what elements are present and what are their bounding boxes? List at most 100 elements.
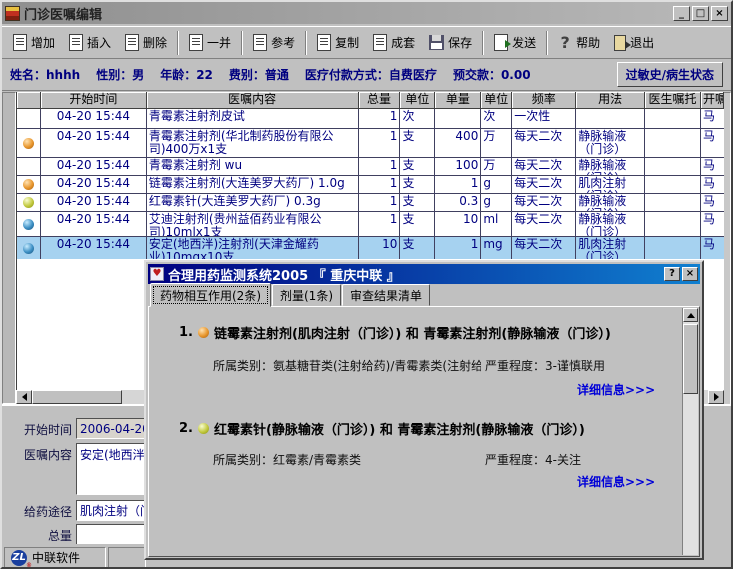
header-usage: 用法 (576, 92, 645, 109)
insert-button[interactable]: 插入 (62, 30, 118, 55)
reference-button[interactable]: 参考 (246, 30, 302, 55)
merge-button[interactable]: 一并 (182, 30, 238, 55)
scroll-right-button[interactable] (708, 390, 724, 404)
horizontal-scroll-thumb[interactable] (32, 390, 122, 404)
item-number: 2. (179, 421, 193, 436)
table-header-row: 开始时间 医嘱内容 总量 单位 单量 单位 频率 用法 医生嘱托 开嘱 (17, 92, 724, 109)
severity-ball-icon (198, 327, 209, 338)
send-button[interactable]: 发送 (487, 30, 543, 55)
table-row[interactable]: 04-20 15:44 青霉素注射剂 wu 1 支 100 万 每天二次 静脉输… (17, 158, 724, 176)
drug-monitor-dialog: ♥ 合理用药监测系统2005 『 重庆中联 』 ? × 药物相互作用(2条) 剂… (144, 260, 704, 560)
status-ball (23, 243, 34, 254)
status-ball (23, 219, 34, 230)
left-scrollbar-strip[interactable] (2, 92, 16, 404)
start-time-label: 开始时间 (6, 418, 72, 438)
scroll-up-button[interactable] (683, 308, 698, 322)
window-titlebar: 门诊医嘱编辑 _ □ × (2, 2, 731, 24)
toolbar-separator (305, 31, 307, 55)
header-frequency: 频率 (512, 92, 576, 109)
table-row[interactable]: 04-20 15:44 红霉素针(大连美罗大药厂) 0.3g 1 支 0.3 g… (17, 194, 724, 212)
patient-name: 姓名：hhhh (10, 66, 80, 83)
dialog-help-button[interactable]: ? (664, 267, 680, 281)
status-ball (23, 179, 34, 190)
header-unit2: 单位 (481, 92, 512, 109)
send-icon (494, 34, 508, 51)
item-category: 所属类别：红霉素/青霉素类 (213, 451, 361, 468)
detail-info-link[interactable]: 详细信息>>> (577, 381, 655, 398)
toolbar-separator (177, 31, 179, 55)
header-order-content: 医嘱内容 (147, 92, 359, 109)
set-button[interactable]: 成套 (366, 30, 422, 55)
help-icon: ? (558, 33, 572, 52)
route-label: 给药途径 (6, 500, 72, 520)
reference-doc-icon (253, 34, 267, 51)
header-total: 总量 (359, 92, 401, 109)
item-drug-pair: 链霉素注射剂(肌肉注射（门诊）) 和 青霉素注射剂(静脉输液（门诊）) (214, 323, 611, 342)
delete-button[interactable]: 删除 (118, 30, 174, 55)
exit-button[interactable]: 退出 (607, 30, 661, 55)
window-title: 门诊医嘱编辑 (24, 4, 671, 23)
table-row[interactable]: 04-20 15:44 青霉素注射剂皮试 1 次 次 一次性 马 (17, 109, 724, 129)
header-ball (17, 92, 41, 109)
severity-ball-icon (198, 423, 209, 434)
dss-heart-icon: ♥ (150, 267, 164, 281)
copy-button[interactable]: 复制 (310, 30, 366, 55)
header-start-time: 开始时间 (41, 92, 147, 109)
company-panel: ZL 中联软件 (4, 547, 106, 568)
toolbar-separator (241, 31, 243, 55)
tab-drug-interactions[interactable]: 药物相互作用(2条) (150, 283, 271, 307)
header-prescriber: 开嘱 (701, 92, 724, 109)
app-icon (5, 6, 20, 21)
table-row[interactable]: 04-20 15:44 链霉素注射剂(大连美罗大药厂) 1.0g 1 支 1 g… (17, 176, 724, 194)
tab-dosage[interactable]: 剂量(1条) (272, 284, 341, 306)
item-severity: 严重程度：3-谨慎联用 (485, 357, 605, 374)
save-floppy-icon (429, 35, 444, 50)
header-doctor-remark: 医生嘱托 (645, 92, 701, 109)
tab-review-results[interactable]: 审查结果清单 (342, 284, 430, 306)
table-row[interactable]: 04-20 15:44 艾迪注射剂(贵州益佰药业有限公司)10mlx1支 1 支… (17, 212, 724, 237)
company-name: 中联软件 (32, 549, 80, 566)
patient-fee-type: 费别：普通 (229, 66, 289, 83)
toolbar: 增加 插入 删除 一并 参考 复制 成套 保存 (2, 26, 731, 59)
item-drug-pair: 红霉素针(静脉输液（门诊）) 和 青霉素注射剂(静脉输液（门诊）) (214, 419, 585, 438)
orders-table: 开始时间 医嘱内容 总量 单位 单量 单位 频率 用法 医生嘱托 开嘱 04-2… (16, 92, 724, 260)
set-doc-icon (373, 34, 387, 51)
exit-door-icon (614, 35, 626, 51)
patient-age: 年龄：22 (160, 66, 213, 83)
minimize-button[interactable]: _ (673, 6, 690, 21)
up-arrow-icon (687, 313, 695, 318)
insert-doc-icon (69, 34, 83, 51)
status-ball (23, 138, 34, 149)
allergy-history-button[interactable]: 过敏史/病生状态 (617, 62, 723, 87)
merge-doc-icon (189, 34, 203, 51)
copy-doc-icon (317, 34, 331, 51)
vertical-scroll-thumb[interactable] (683, 324, 698, 394)
table-row-selected[interactable]: 04-20 15:44 安定(地西泮)注射剂(天津金耀药业)10mgx10支 1… (17, 237, 724, 260)
dialog-vertical-scrollbar[interactable] (682, 308, 698, 555)
dialog-titlebar: ♥ 合理用药监测系统2005 『 重庆中联 』 ? × (148, 264, 700, 284)
save-button[interactable]: 保存 (422, 30, 479, 55)
interaction-item-title: 2. 红霉素针(静脉输液（门诊）) 和 青霉素注射剂(静脉输液（门诊）) (179, 419, 585, 438)
maximize-button[interactable]: □ (692, 6, 709, 21)
add-button[interactable]: 增加 (6, 30, 62, 55)
dialog-content: 1. 链霉素注射剂(肌肉注射（门诊）) 和 青霉素注射剂(静脉输液（门诊）) 所… (148, 306, 700, 557)
right-arrow-icon (714, 393, 719, 401)
total-label: 总量 (6, 524, 72, 544)
main-window: 门诊医嘱编辑 _ □ × 增加 插入 删除 一并 参考 复制 (0, 0, 733, 569)
header-unit: 单位 (400, 92, 435, 109)
delete-doc-icon (125, 34, 139, 51)
item-category: 所属类别：氨基糖苷类(注射给药)/青霉素类(注射给药 (213, 357, 481, 374)
dialog-title: 合理用药监测系统2005 『 重庆中联 』 (168, 265, 662, 284)
toolbar-separator (546, 31, 548, 55)
status-panel (108, 547, 146, 568)
scroll-left-button[interactable] (16, 390, 32, 404)
left-arrow-icon (22, 393, 27, 401)
dialog-close-button[interactable]: × (682, 267, 698, 281)
detail-info-link[interactable]: 详细信息>>> (577, 473, 655, 490)
status-ball (23, 197, 34, 208)
table-row[interactable]: 04-20 15:44 青霉素注射剂(华北制药股份有限公司)400万x1支 1 … (17, 129, 724, 158)
help-button[interactable]: ? 帮助 (551, 29, 607, 56)
header-dose: 单量 (435, 92, 481, 109)
close-button[interactable]: × (711, 6, 728, 21)
interaction-item-title: 1. 链霉素注射剂(肌肉注射（门诊）) 和 青霉素注射剂(静脉输液（门诊）) (179, 323, 611, 342)
